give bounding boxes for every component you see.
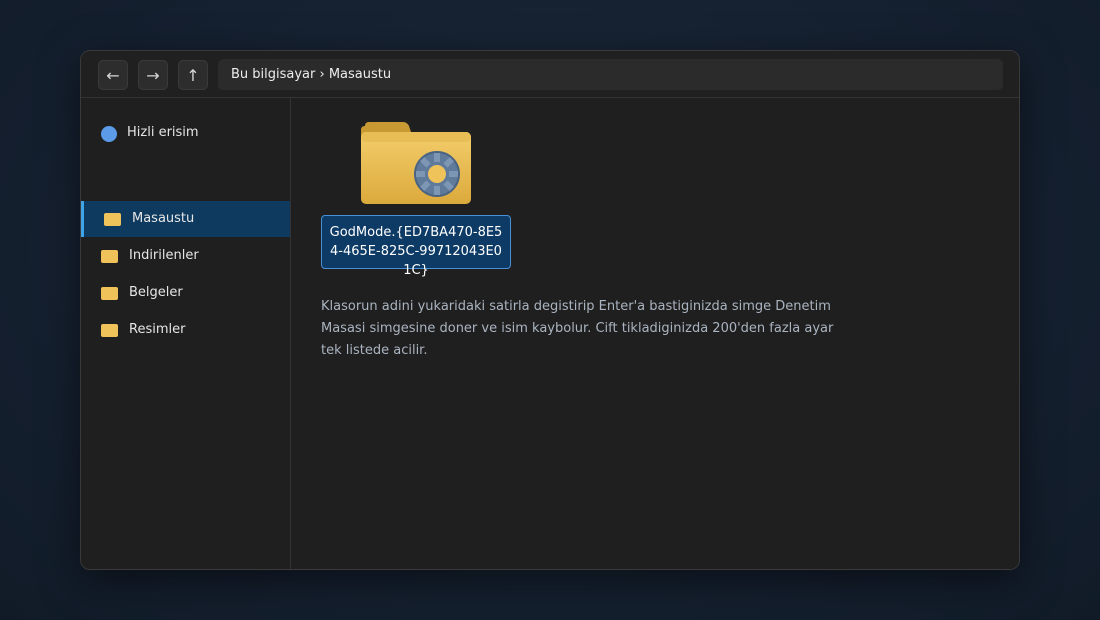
sidebar-item-desktop[interactable]: Masaustu bbox=[81, 201, 290, 237]
arrow-left-icon: ← bbox=[106, 66, 120, 85]
description-text: Klasorun adini yukaridaki satirla degist… bbox=[321, 299, 834, 358]
quick-access-icon bbox=[101, 126, 117, 142]
breadcrumb: Bu bilgisayar › Masaustu bbox=[231, 67, 392, 82]
sidebar-item-quick-access[interactable]: Hizli erisim bbox=[81, 115, 290, 151]
folder-name-text: GodMode.{ED7BA470-8E54-465E-825C-9971204… bbox=[329, 225, 503, 278]
control-panel-folder-icon[interactable] bbox=[361, 122, 473, 208]
arrow-right-icon: → bbox=[146, 66, 160, 85]
arrow-up-icon: ↑ bbox=[186, 66, 200, 85]
sidebar-item-label: Hizli erisim bbox=[127, 125, 199, 140]
sidebar-item-label: Resimler bbox=[129, 322, 186, 337]
toolbar: ← → ↑ Bu bilgisayar › Masaustu bbox=[81, 51, 1019, 98]
back-button[interactable]: ← bbox=[98, 60, 128, 90]
folder-icon bbox=[101, 287, 118, 300]
sidebar-item-pictures[interactable]: Resimler bbox=[81, 312, 290, 348]
sidebar-item-label: Masaustu bbox=[132, 211, 195, 226]
address-bar[interactable]: Bu bilgisayar › Masaustu bbox=[218, 59, 1003, 90]
sidebar-item-downloads[interactable]: Indirilenler bbox=[81, 238, 290, 274]
sidebar-item-documents[interactable]: Belgeler bbox=[81, 275, 290, 311]
folder-icon bbox=[104, 213, 121, 226]
folder-icon bbox=[101, 324, 118, 337]
folder-icon bbox=[101, 250, 118, 263]
file-explorer-window: ← → ↑ Bu bilgisayar › Masaustu Hizli eri… bbox=[80, 50, 1020, 570]
forward-button[interactable]: → bbox=[138, 60, 168, 90]
main-content: GodMode.{ED7BA470-8E54-465E-825C-9971204… bbox=[291, 98, 1019, 569]
up-button[interactable]: ↑ bbox=[178, 60, 208, 90]
sidebar-item-label: Belgeler bbox=[129, 285, 183, 300]
sidebar-item-label: Indirilenler bbox=[129, 248, 199, 263]
sidebar: Hizli erisim Masaustu Indirilenler Belge… bbox=[81, 98, 291, 569]
folder-name-field[interactable]: GodMode.{ED7BA470-8E54-465E-825C-9971204… bbox=[321, 215, 511, 278]
